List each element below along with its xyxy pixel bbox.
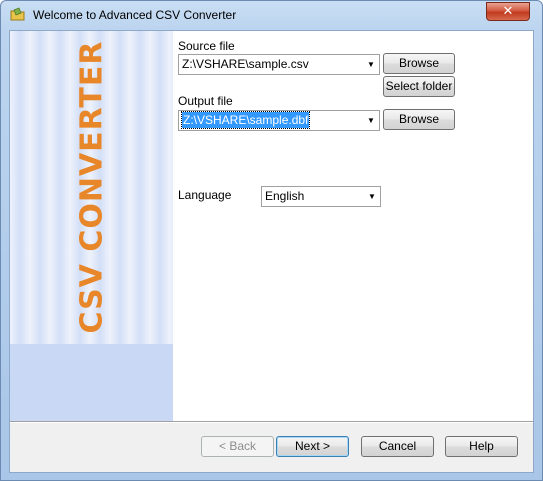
chevron-down-icon[interactable]: ▼ (366, 111, 376, 130)
output-file-value[interactable]: Z:\VSHARE\sample.dbf (180, 111, 311, 129)
app-window: Welcome to Advanced CSV Converter ✕ CSV … (0, 0, 543, 481)
language-label: Language (178, 188, 232, 202)
select-folder-button[interactable]: Select folder (383, 76, 455, 97)
source-file-label: Source file (178, 39, 235, 53)
folder-icon (10, 7, 25, 21)
chevron-down-icon[interactable]: ▼ (367, 187, 377, 206)
chevron-down-icon[interactable]: ▼ (366, 55, 376, 74)
form-area: Source file Z:\VSHARE\sample.csv ▼ Brows… (173, 31, 533, 421)
output-file-label: Output file (178, 94, 233, 108)
wizard-body: CSV CONVERTER Source file Z:\VSHARE\samp… (9, 30, 534, 473)
source-file-combo[interactable]: Z:\VSHARE\sample.csv ▼ (178, 54, 380, 75)
wizard-footer: < Back Next > Cancel Help (10, 423, 533, 472)
output-browse-button[interactable]: Browse (383, 109, 455, 130)
side-banner: CSV CONVERTER (10, 31, 173, 421)
title-bar[interactable]: Welcome to Advanced CSV Converter ✕ (1, 1, 542, 29)
window-title: Welcome to Advanced CSV Converter (33, 8, 237, 22)
close-button[interactable]: ✕ (486, 2, 530, 21)
output-file-combo[interactable]: Z:\VSHARE\sample.dbf ▼ (178, 110, 380, 131)
help-button[interactable]: Help (445, 436, 518, 457)
cancel-button[interactable]: Cancel (361, 436, 434, 457)
next-button[interactable]: Next > (276, 436, 349, 457)
close-icon: ✕ (502, 4, 514, 19)
language-select[interactable]: English ▼ (261, 186, 381, 207)
source-file-value: Z:\VSHARE\sample.csv (182, 57, 309, 71)
source-browse-button[interactable]: Browse (383, 53, 455, 74)
banner-title: CSV CONVERTER (74, 40, 110, 334)
language-value: English (265, 189, 305, 203)
back-button[interactable]: < Back (201, 436, 274, 457)
